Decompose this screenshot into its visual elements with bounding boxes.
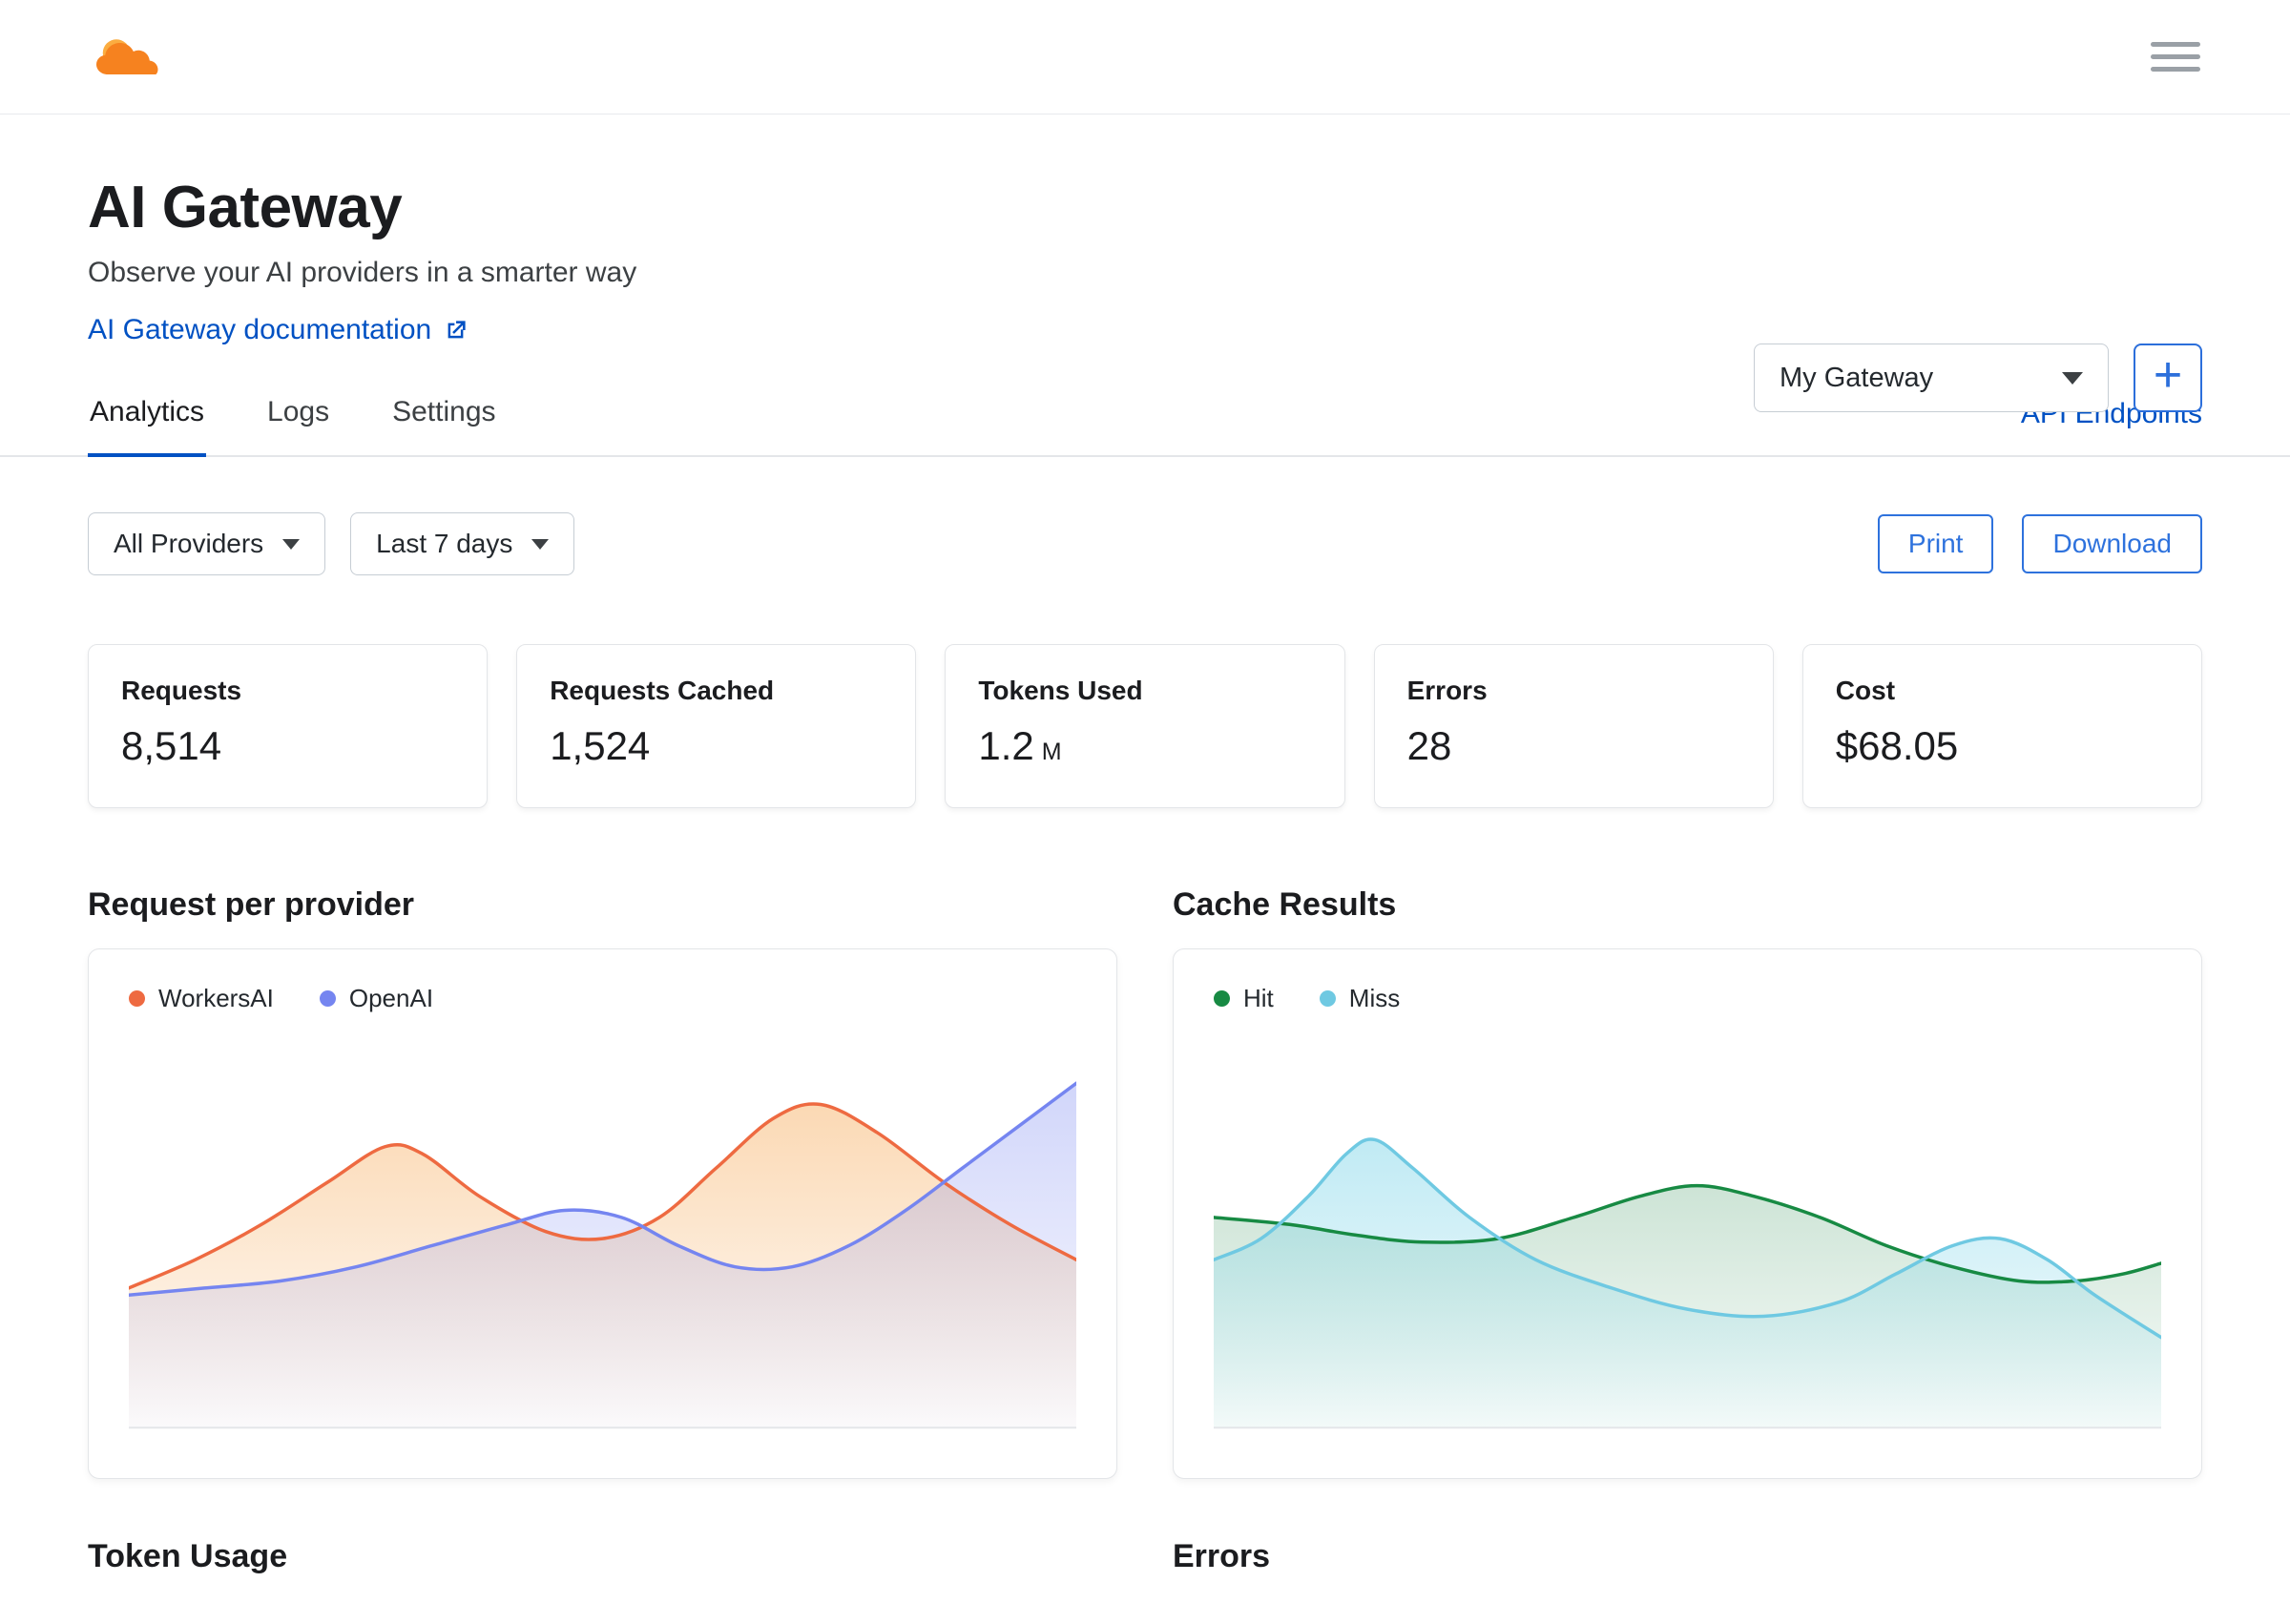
legend-dot [129,990,145,1007]
legend-label: OpenAI [348,984,434,1012]
tab-logs-label: Logs [267,396,330,427]
print-button-label: Print [1907,529,1964,558]
stat-value: $68.05 [1835,723,1959,768]
chart-title-request-per-provider: Request per provider [88,886,414,923]
stat-label: Cost [1835,676,1896,705]
stat-card-tokens-used: Tokens Used 1.2 M [945,644,1345,808]
chart-column-requests: Request per provider WorkersAI OpenAI [88,808,1117,1479]
external-link-icon [448,320,466,338]
request-per-provider-chart-card: WorkersAI OpenAI [88,948,1117,1479]
tab-settings[interactable]: Settings [390,396,497,457]
cache-results-chart-card: Hit Miss [1173,948,2202,1479]
page-subtitle: Observe your AI providers in a smarter w… [88,257,637,288]
stat-value: 8,514 [121,723,222,768]
menu-hamburger-icon[interactable] [2149,36,2202,77]
stat-unit: M [1041,739,1062,765]
legend-item-openai: OpenAI [319,984,434,1013]
documentation-link[interactable]: AI Gateway documentation [88,314,468,346]
tab-list: Analytics Logs Settings [88,396,498,457]
cloudflare-logo[interactable] [88,31,179,84]
tab-logs[interactable]: Logs [265,396,331,457]
stat-label: Tokens Used [978,676,1143,705]
stat-label: Requests Cached [550,676,775,705]
chevron-down-icon [531,538,550,550]
stat-label: Requests [121,676,242,705]
chart-legend: WorkersAI OpenAI [129,984,1076,1013]
chart-title-cache-results: Cache Results [1173,886,1397,923]
chart-section: Request per provider WorkersAI OpenAI Ca… [88,808,2202,1479]
gateway-select[interactable]: My Gateway [1754,344,2109,412]
download-button[interactable]: Download [2022,514,2202,573]
page-title: AI Gateway [88,175,403,240]
stat-card-errors: Errors 28 [1373,644,1774,808]
header-controls: My Gateway + [1754,344,2202,412]
main-content: All Providers Last 7 days Print Download… [0,512,2290,1575]
legend-item-miss: Miss [1319,984,1401,1013]
add-gateway-button[interactable]: + [2134,344,2202,412]
providers-filter-dropdown[interactable]: All Providers [88,512,326,575]
legend-label: Hit [1243,984,1274,1012]
chart-title-errors: Errors [1173,1538,1271,1574]
request-per-provider-area-chart [129,1042,1076,1431]
page-header: AI Gateway Observe your AI providers in … [0,174,2290,412]
stat-card-requests: Requests 8,514 [88,644,489,808]
tab-settings-label: Settings [392,396,496,427]
stat-value: 1.2 [978,723,1034,768]
plus-icon: + [2153,347,2183,403]
tab-analytics-label: Analytics [90,396,205,427]
gateway-select-value: My Gateway [1780,362,1934,393]
legend-item-workersai: WorkersAI [129,984,274,1013]
cache-results-area-chart [1214,1042,2161,1431]
legend-label: Miss [1348,984,1401,1012]
date-range-value: Last 7 days [376,529,513,558]
chart-legend: Hit Miss [1214,984,2161,1013]
bottom-section-titles: Token Usage Errors [88,1479,2202,1575]
stat-card-row: Requests 8,514 Requests Cached 1,524 Tok… [88,644,2202,808]
chevron-down-icon [282,538,301,550]
tab-analytics[interactable]: Analytics [88,396,207,457]
legend-dot [1319,990,1336,1007]
stat-card-requests-cached: Requests Cached 1,524 [516,644,917,808]
legend-label: WorkersAI [158,984,274,1012]
top-bar [0,0,2290,115]
date-range-dropdown[interactable]: Last 7 days [350,512,575,575]
stat-value: 28 [1406,723,1452,768]
documentation-link-label: AI Gateway documentation [88,314,432,345]
providers-filter-value: All Providers [114,529,264,558]
legend-dot [1214,990,1230,1007]
chart-title-token-usage: Token Usage [88,1538,288,1574]
legend-item-hit: Hit [1214,984,1274,1013]
cloudflare-cloud-icon [96,38,158,74]
stat-value: 1,524 [550,723,651,768]
download-button-label: Download [2052,529,2172,558]
stat-label: Errors [1406,676,1488,705]
legend-dot [319,990,336,1007]
chart-column-cache: Cache Results Hit Miss [1173,808,2202,1479]
print-button[interactable]: Print [1877,514,1994,573]
filter-row: All Providers Last 7 days Print Download [88,512,2202,575]
chevron-down-icon [2062,371,2083,385]
stat-card-cost: Cost $68.05 [1801,644,2202,808]
